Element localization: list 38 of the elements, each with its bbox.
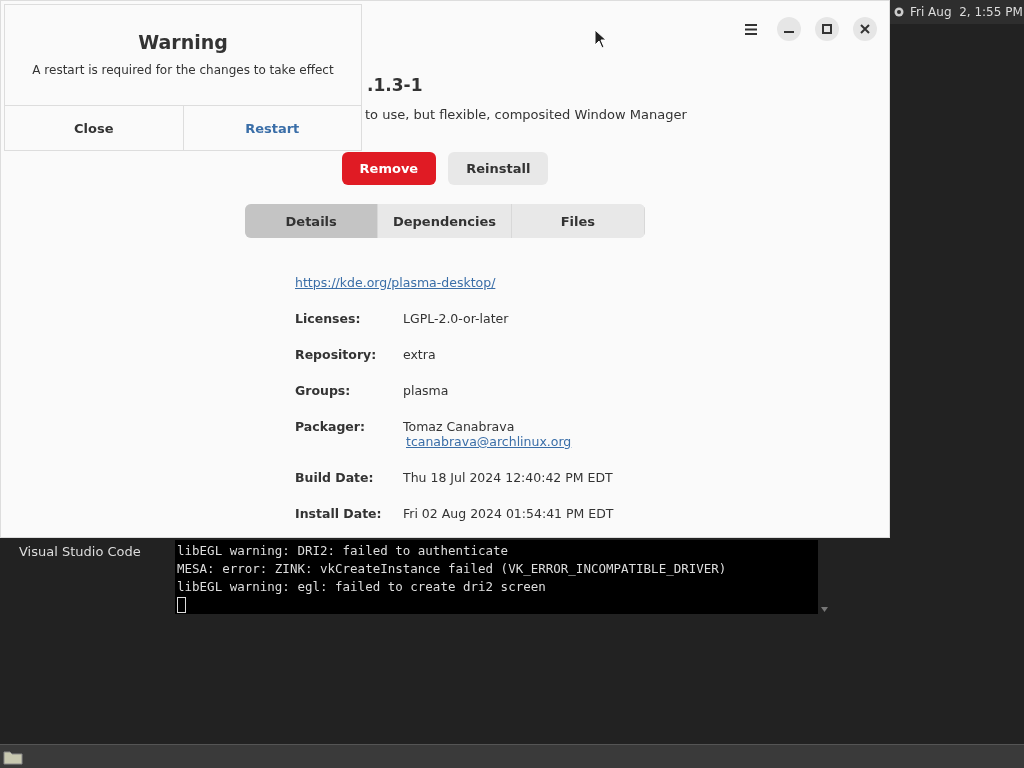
menu-icon (745, 23, 757, 35)
detail-value: Fri 02 Aug 2024 01:54:41 PM EDT (403, 506, 614, 521)
folder-icon[interactable] (3, 748, 23, 765)
reinstall-button[interactable]: Reinstall (448, 152, 549, 185)
detail-label: Groups: (295, 383, 352, 398)
detail-label: Build Date: (295, 470, 375, 485)
email-link[interactable]: tcanabrava@archlinux.org (406, 434, 572, 449)
maximize-icon (822, 24, 832, 34)
package-description: to use, but flexible, composited Window Manager (365, 107, 688, 122)
window-label: Visual Studio Code (19, 544, 141, 559)
status-icon (894, 7, 904, 17)
remove-button[interactable]: Remove (341, 152, 437, 185)
detail-value: extra (403, 347, 436, 362)
terminal-line: libEGL warning: DRI2: failed to authenticate (177, 542, 510, 560)
homepage-link[interactable]: https://kde.org/plasma-desktop/ (295, 275, 889, 290)
detail-value: plasma (403, 383, 449, 398)
minimize-icon (784, 31, 794, 33)
terminal-line: MESA: error: ZINK: vkCreateInstance failed (VK_ERROR_INCOMPATIBLE_DRIVER) (177, 560, 728, 578)
detail-value: LGPL-2.0-or-later (403, 311, 509, 326)
close-button[interactable] (853, 17, 877, 41)
detail-label: Licenses: (295, 311, 362, 326)
minimize-button[interactable] (777, 17, 801, 41)
clock: Fri Aug 2, 1:55 PM (910, 5, 1023, 19)
detail-label: Repository: (295, 347, 378, 362)
maximize-button[interactable] (815, 17, 839, 41)
close-icon (860, 24, 870, 34)
detail-label: Packager: (295, 419, 366, 436)
mouse-pointer-icon (594, 29, 607, 49)
scroll-down-icon (820, 605, 829, 614)
terminal-line: libEGL warning: egl: failed to create dri2 screen (177, 578, 547, 596)
detail-value: Thu 18 Jul 2024 12:40:42 PM EDT (403, 470, 613, 485)
detail-label: Install Date: (295, 506, 383, 521)
tab[interactable]: Details (245, 204, 379, 238)
dialog-title: Warning (137, 31, 229, 53)
package-title: .1.3-1 (367, 75, 424, 95)
text-cursor (177, 597, 186, 613)
dialog-message: A restart is required for the changes to take effect (31, 63, 335, 77)
detail-value: Tomaz Canabrava (403, 419, 516, 434)
